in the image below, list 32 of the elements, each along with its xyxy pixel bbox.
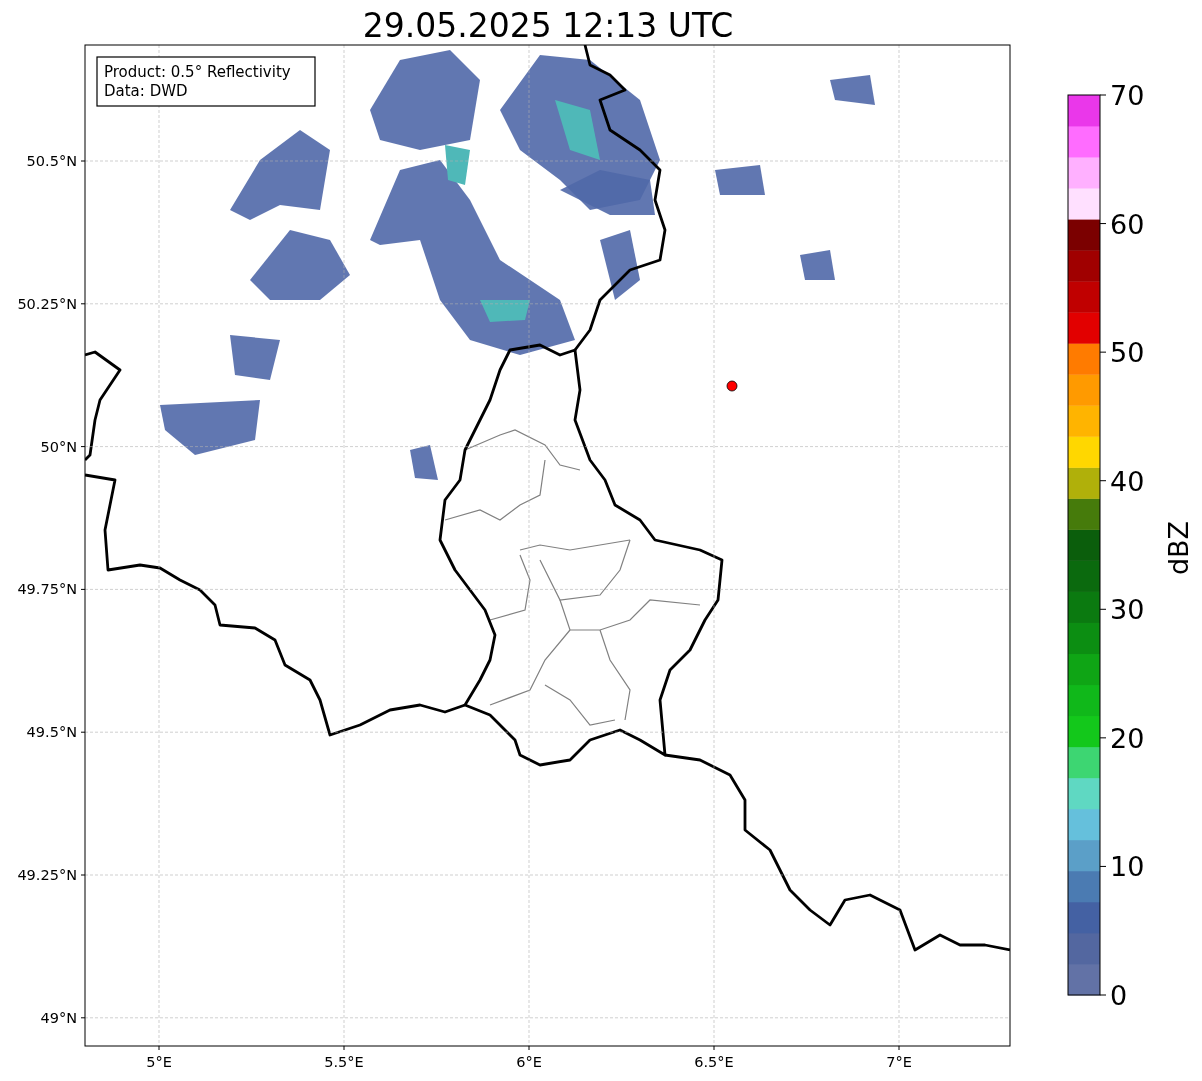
axis-tick-label: 49.25°N (17, 867, 77, 883)
axis-tick-label: 6.5°E (694, 1054, 734, 1070)
tick-mark (1099, 351, 1107, 353)
axis-tick-label: 6°E (516, 1054, 542, 1070)
tick-mark (1099, 94, 1107, 96)
colorbar-tick-label: 20 (1110, 722, 1145, 754)
axis-tick-label: 49°N (40, 1009, 77, 1026)
axis-tick-label: 50.25°N (17, 295, 77, 312)
colorbar-tick-label: 10 (1110, 851, 1145, 883)
colorbar-tick-label: 0 (1110, 980, 1128, 1011)
chart-title: 29.05.2025 12:13 UTC (362, 6, 734, 45)
axis-tick-label: 50°N (40, 438, 77, 455)
axis-tick-label: 49.75°N (17, 581, 77, 598)
colorbar-tick-label: 30 (1110, 594, 1145, 626)
axis-tick-label: 5°E (146, 1054, 172, 1070)
tick-mark (1099, 994, 1107, 996)
colorbar-tick-label: 40 (1110, 465, 1145, 497)
colorbar-label: dBZ (1163, 520, 1194, 576)
tick-mark (1099, 865, 1107, 867)
info-text: Product: 0.5° Reflectivity (104, 63, 291, 81)
axis-tick-label: 7°E (886, 1054, 912, 1070)
tick-mark (1099, 608, 1107, 610)
axis-tick-label: 49.5°N (26, 724, 77, 741)
colorbar-tick-label: 60 (1110, 208, 1145, 240)
tick-mark (1099, 480, 1107, 482)
axis-tick-label: 50.5°N (26, 153, 77, 169)
tick-mark (1099, 737, 1107, 739)
axis-tick-label: 5.5°E (324, 1054, 364, 1070)
colorbar-tick-label: 50 (1110, 337, 1145, 369)
info-text: Data: DWD (104, 82, 188, 100)
colorbar-tick-label: 70 (1110, 80, 1145, 111)
tick-mark (1099, 223, 1107, 225)
